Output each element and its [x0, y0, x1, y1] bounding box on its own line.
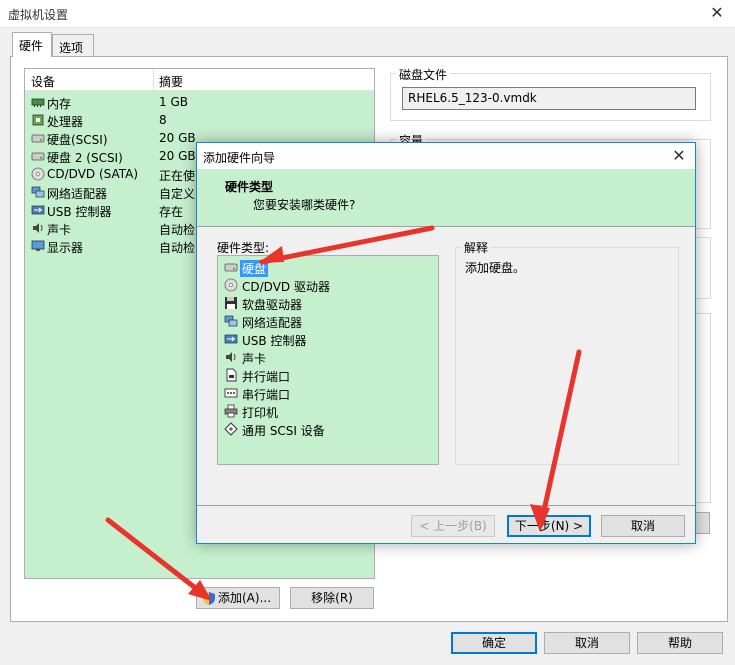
wizard-header-title: 硬件类型	[225, 180, 274, 194]
cpu-icon	[32, 114, 44, 126]
wizard-footer-divider	[197, 505, 695, 506]
device-summary: 自定义	[159, 187, 196, 201]
harddisk-icon	[31, 152, 45, 161]
hardware-item-serial-port[interactable]: 串行端口	[222, 384, 432, 402]
cd-icon	[224, 278, 238, 292]
wizard-title-bar: 添加硬件向导 ✕	[197, 143, 695, 169]
add-button-label: 添加(A)...	[218, 591, 272, 605]
wizard-next-button[interactable]: 下一步(N) >	[507, 515, 591, 537]
sound-icon	[226, 352, 236, 362]
device-name: 声卡	[47, 223, 72, 237]
hardware-item-cd-dvd[interactable]: CD/DVD 驱动器	[222, 276, 432, 294]
disk-file-label: 磁盘文件	[396, 66, 451, 83]
hardware-item-label: 硬盘	[240, 260, 269, 277]
hardware-item-label: 打印机	[242, 406, 279, 420]
hardware-item-floppy[interactable]: 软盘驱动器	[222, 294, 432, 312]
hardware-item-label: 软盘驱动器	[242, 298, 303, 312]
serial-port-icon	[224, 388, 238, 398]
hardware-item-label: 声卡	[242, 352, 267, 366]
device-name: 内存	[47, 97, 72, 111]
hardware-item-label: CD/DVD 驱动器	[242, 280, 330, 294]
tab-options[interactable]: 选项	[52, 34, 94, 56]
device-summary: 存在	[159, 205, 184, 219]
tab-hardware[interactable]: 硬件	[12, 32, 52, 57]
add-device-button[interactable]: 添加(A)...	[196, 587, 280, 609]
monitor-icon	[31, 240, 45, 251]
harddisk-icon	[31, 134, 45, 143]
hardware-item-label: 串行端口	[242, 388, 291, 402]
device-summary: 8	[159, 113, 167, 127]
wizard-title: 添加硬件向导	[203, 151, 276, 165]
device-summary: 20 GB	[159, 131, 196, 145]
explanation-label: 解释	[461, 239, 492, 256]
explanation-text: 添加硬盘。	[465, 261, 526, 275]
device-name: 网络适配器	[47, 187, 108, 201]
printer-icon	[224, 404, 238, 418]
device-summary: 自动检	[159, 241, 196, 255]
floppy-icon	[225, 297, 237, 309]
device-name: 硬盘(SCSI)	[47, 133, 108, 147]
help-button[interactable]: 帮助	[637, 632, 723, 654]
window-close-icon[interactable]: ✕	[707, 5, 727, 23]
device-summary: 1 GB	[159, 95, 188, 109]
window-title: 虚拟机设置	[8, 8, 69, 22]
parallel-port-icon	[226, 368, 237, 382]
hardware-item-parallel-port[interactable]: 并行端口	[222, 366, 432, 384]
hardware-item-harddisk[interactable]: 硬盘	[222, 258, 432, 277]
cd-icon	[31, 167, 45, 181]
column-header-device[interactable]: 设备	[31, 73, 55, 90]
hardware-item-label: 网络适配器	[242, 316, 303, 330]
harddisk-icon	[224, 263, 238, 272]
device-summary: 正在使	[159, 169, 196, 183]
wizard-header-banner: 硬件类型 您要安装哪类硬件?	[197, 169, 695, 227]
wizard-header-subtitle: 您要安装哪类硬件?	[253, 198, 356, 212]
hardware-item-usb[interactable]: USB 控制器	[222, 330, 432, 348]
usb-icon	[31, 205, 45, 215]
hardware-item-label: 并行端口	[242, 370, 291, 384]
usb-icon	[224, 334, 238, 344]
wizard-back-button[interactable]: < 上一步(B)	[411, 515, 495, 537]
scsi-icon	[224, 422, 238, 436]
window-title-bar: 虚拟机设置 ✕	[0, 0, 735, 28]
memory-icon	[31, 98, 45, 107]
sound-icon	[33, 223, 43, 233]
hardware-item-network[interactable]: 网络适配器	[222, 312, 432, 330]
network-icon	[224, 315, 238, 327]
hardware-item-scsi[interactable]: 通用 SCSI 设备	[222, 420, 432, 438]
hardware-item-label: USB 控制器	[242, 334, 307, 348]
remove-device-button[interactable]: 移除(R)	[290, 587, 374, 609]
disk-file-field[interactable]: RHEL6.5_123-0.vmdk	[402, 87, 696, 110]
hardware-type-label: 硬件类型:	[217, 241, 270, 255]
device-name: CD/DVD (SATA)	[47, 167, 139, 181]
device-name: 显示器	[47, 241, 84, 255]
hardware-item-label: 通用 SCSI 设备	[242, 424, 325, 438]
network-icon	[31, 186, 45, 198]
column-divider[interactable]	[153, 69, 154, 91]
device-row-memory[interactable]: 内存 1 GB	[27, 93, 372, 111]
cancel-button[interactable]: 取消	[544, 632, 630, 654]
hardware-item-printer[interactable]: 打印机	[222, 402, 432, 420]
column-header-summary[interactable]: 摘要	[159, 73, 183, 90]
device-summary: 20 GB	[159, 149, 196, 163]
add-hardware-wizard: 添加硬件向导 ✕ 硬件类型 您要安装哪类硬件? 硬件类型: 硬盘 CD/DVD …	[196, 142, 696, 544]
hardware-type-list[interactable]: 硬盘 CD/DVD 驱动器 软盘驱动器 网络适配器 USB 控制器 声卡 并行端…	[217, 255, 439, 465]
hardware-item-sound[interactable]: 声卡	[222, 348, 432, 366]
ok-button[interactable]: 确定	[451, 632, 537, 654]
device-list-header: 设备 摘要	[25, 69, 374, 91]
device-name: USB 控制器	[47, 205, 112, 219]
device-summary: 自动检	[159, 223, 196, 237]
device-row-processor[interactable]: 处理器 8	[27, 111, 372, 129]
uac-shield-icon	[203, 592, 215, 605]
device-name: 硬盘 2 (SCSI)	[47, 151, 123, 165]
wizard-close-icon[interactable]: ✕	[669, 148, 689, 166]
wizard-cancel-button[interactable]: 取消	[601, 515, 685, 537]
explanation-group	[455, 247, 679, 465]
device-name: 处理器	[47, 115, 84, 129]
